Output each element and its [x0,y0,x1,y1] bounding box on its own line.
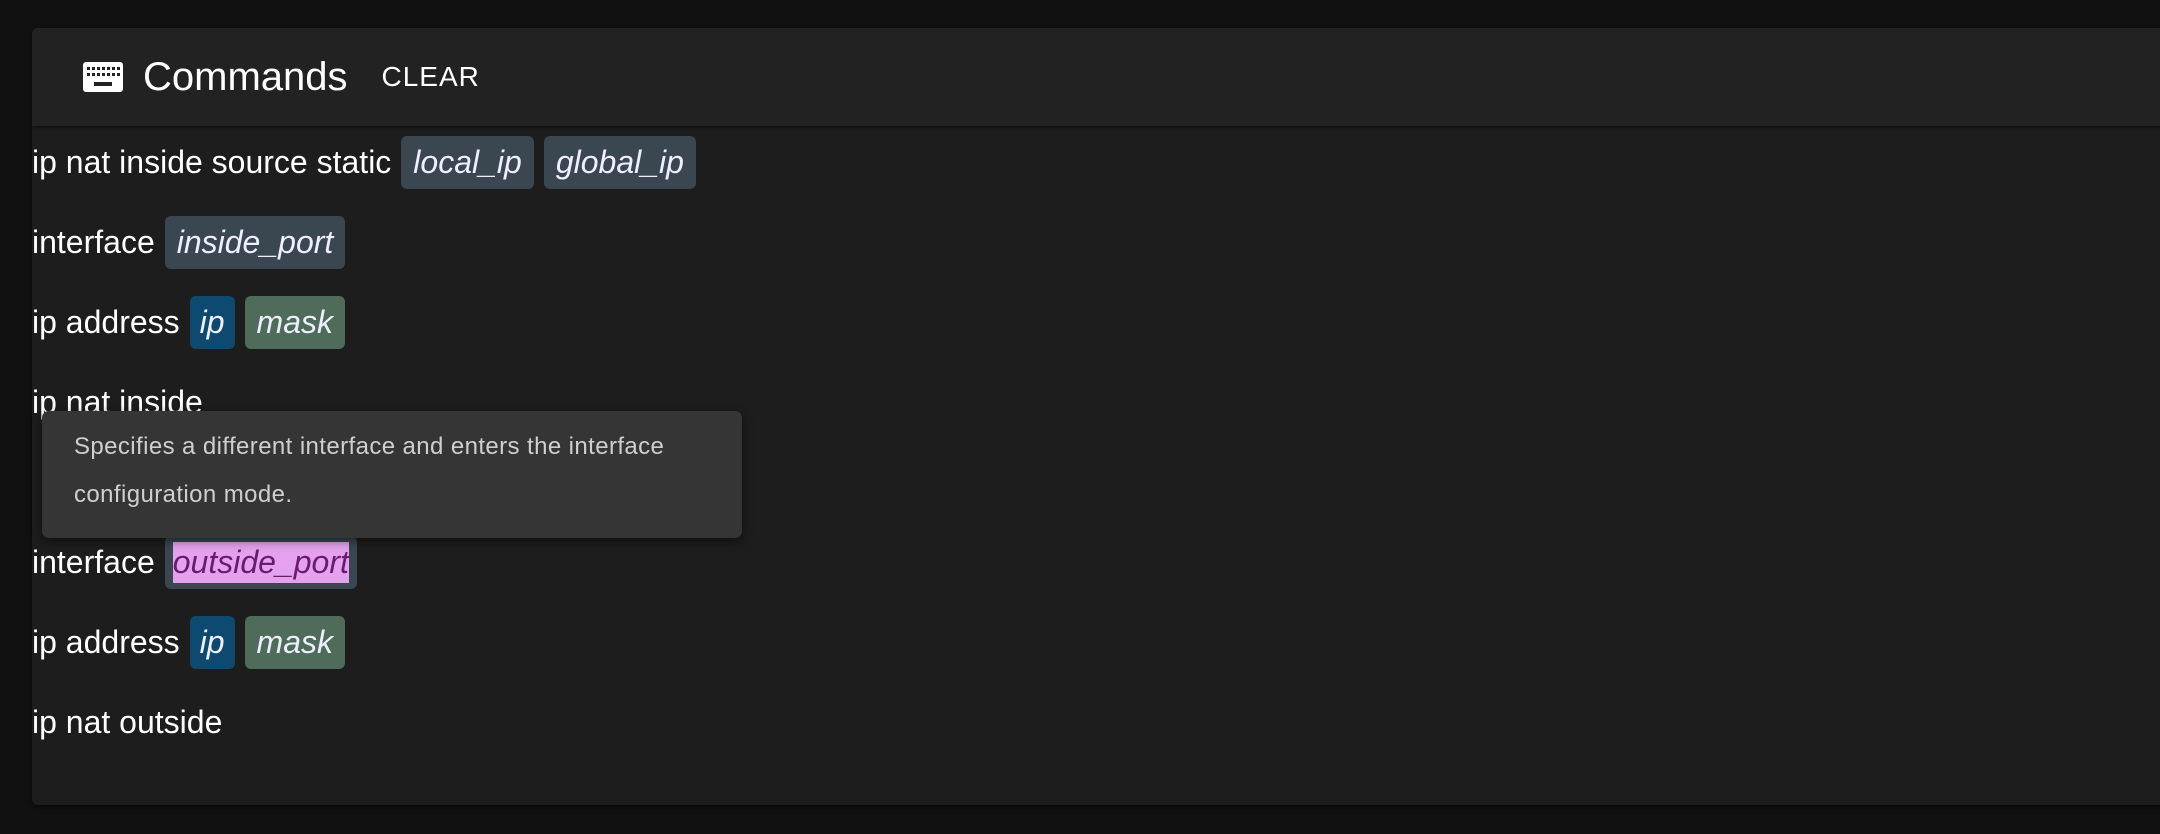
command-text: ip nat inside source static [32,143,392,180]
param-chip-outside-port[interactable]: outside_port [164,535,357,589]
param-label: ip [199,623,225,660]
param-label: global_ip [555,143,684,180]
param-label: inside_port [176,223,334,260]
param-label: local_ip [413,143,522,180]
param-chip-global-ip[interactable]: global_ip [543,135,696,189]
command-text: interface [32,543,155,580]
param-label: ip [199,303,225,340]
param-chip-inside-port[interactable]: inside_port [164,215,346,269]
clear-button[interactable]: CLEAR [380,57,482,97]
command-text: ip address [32,303,180,340]
param-label: outside_port [172,541,349,583]
param-chip-ip[interactable]: ip [189,615,235,669]
command-text: interface [32,223,155,260]
command-row[interactable]: ip address ip mask [32,602,706,682]
tooltip: Specifies a different interface and ente… [42,411,742,538]
command-row[interactable]: ip nat outside [32,682,706,762]
command-text: ip address [32,623,180,660]
param-chip-local-ip[interactable]: local_ip [401,135,534,189]
command-row[interactable]: ip address ip mask [32,282,706,362]
command-row[interactable]: ip nat inside source static local_ip globa… [32,122,706,202]
keyboard-icon [83,62,123,92]
param-label: mask [256,303,333,340]
param-chip-mask[interactable]: mask [244,295,345,349]
param-chip-ip[interactable]: ip [189,295,235,349]
param-label: mask [256,623,333,660]
command-row[interactable]: interface inside_port [32,202,706,282]
panel-header: Commands CLEAR [32,28,2160,126]
panel-title: Commands [143,54,348,99]
param-chip-mask[interactable]: mask [244,615,345,669]
command-text: ip nat outside [32,703,223,740]
